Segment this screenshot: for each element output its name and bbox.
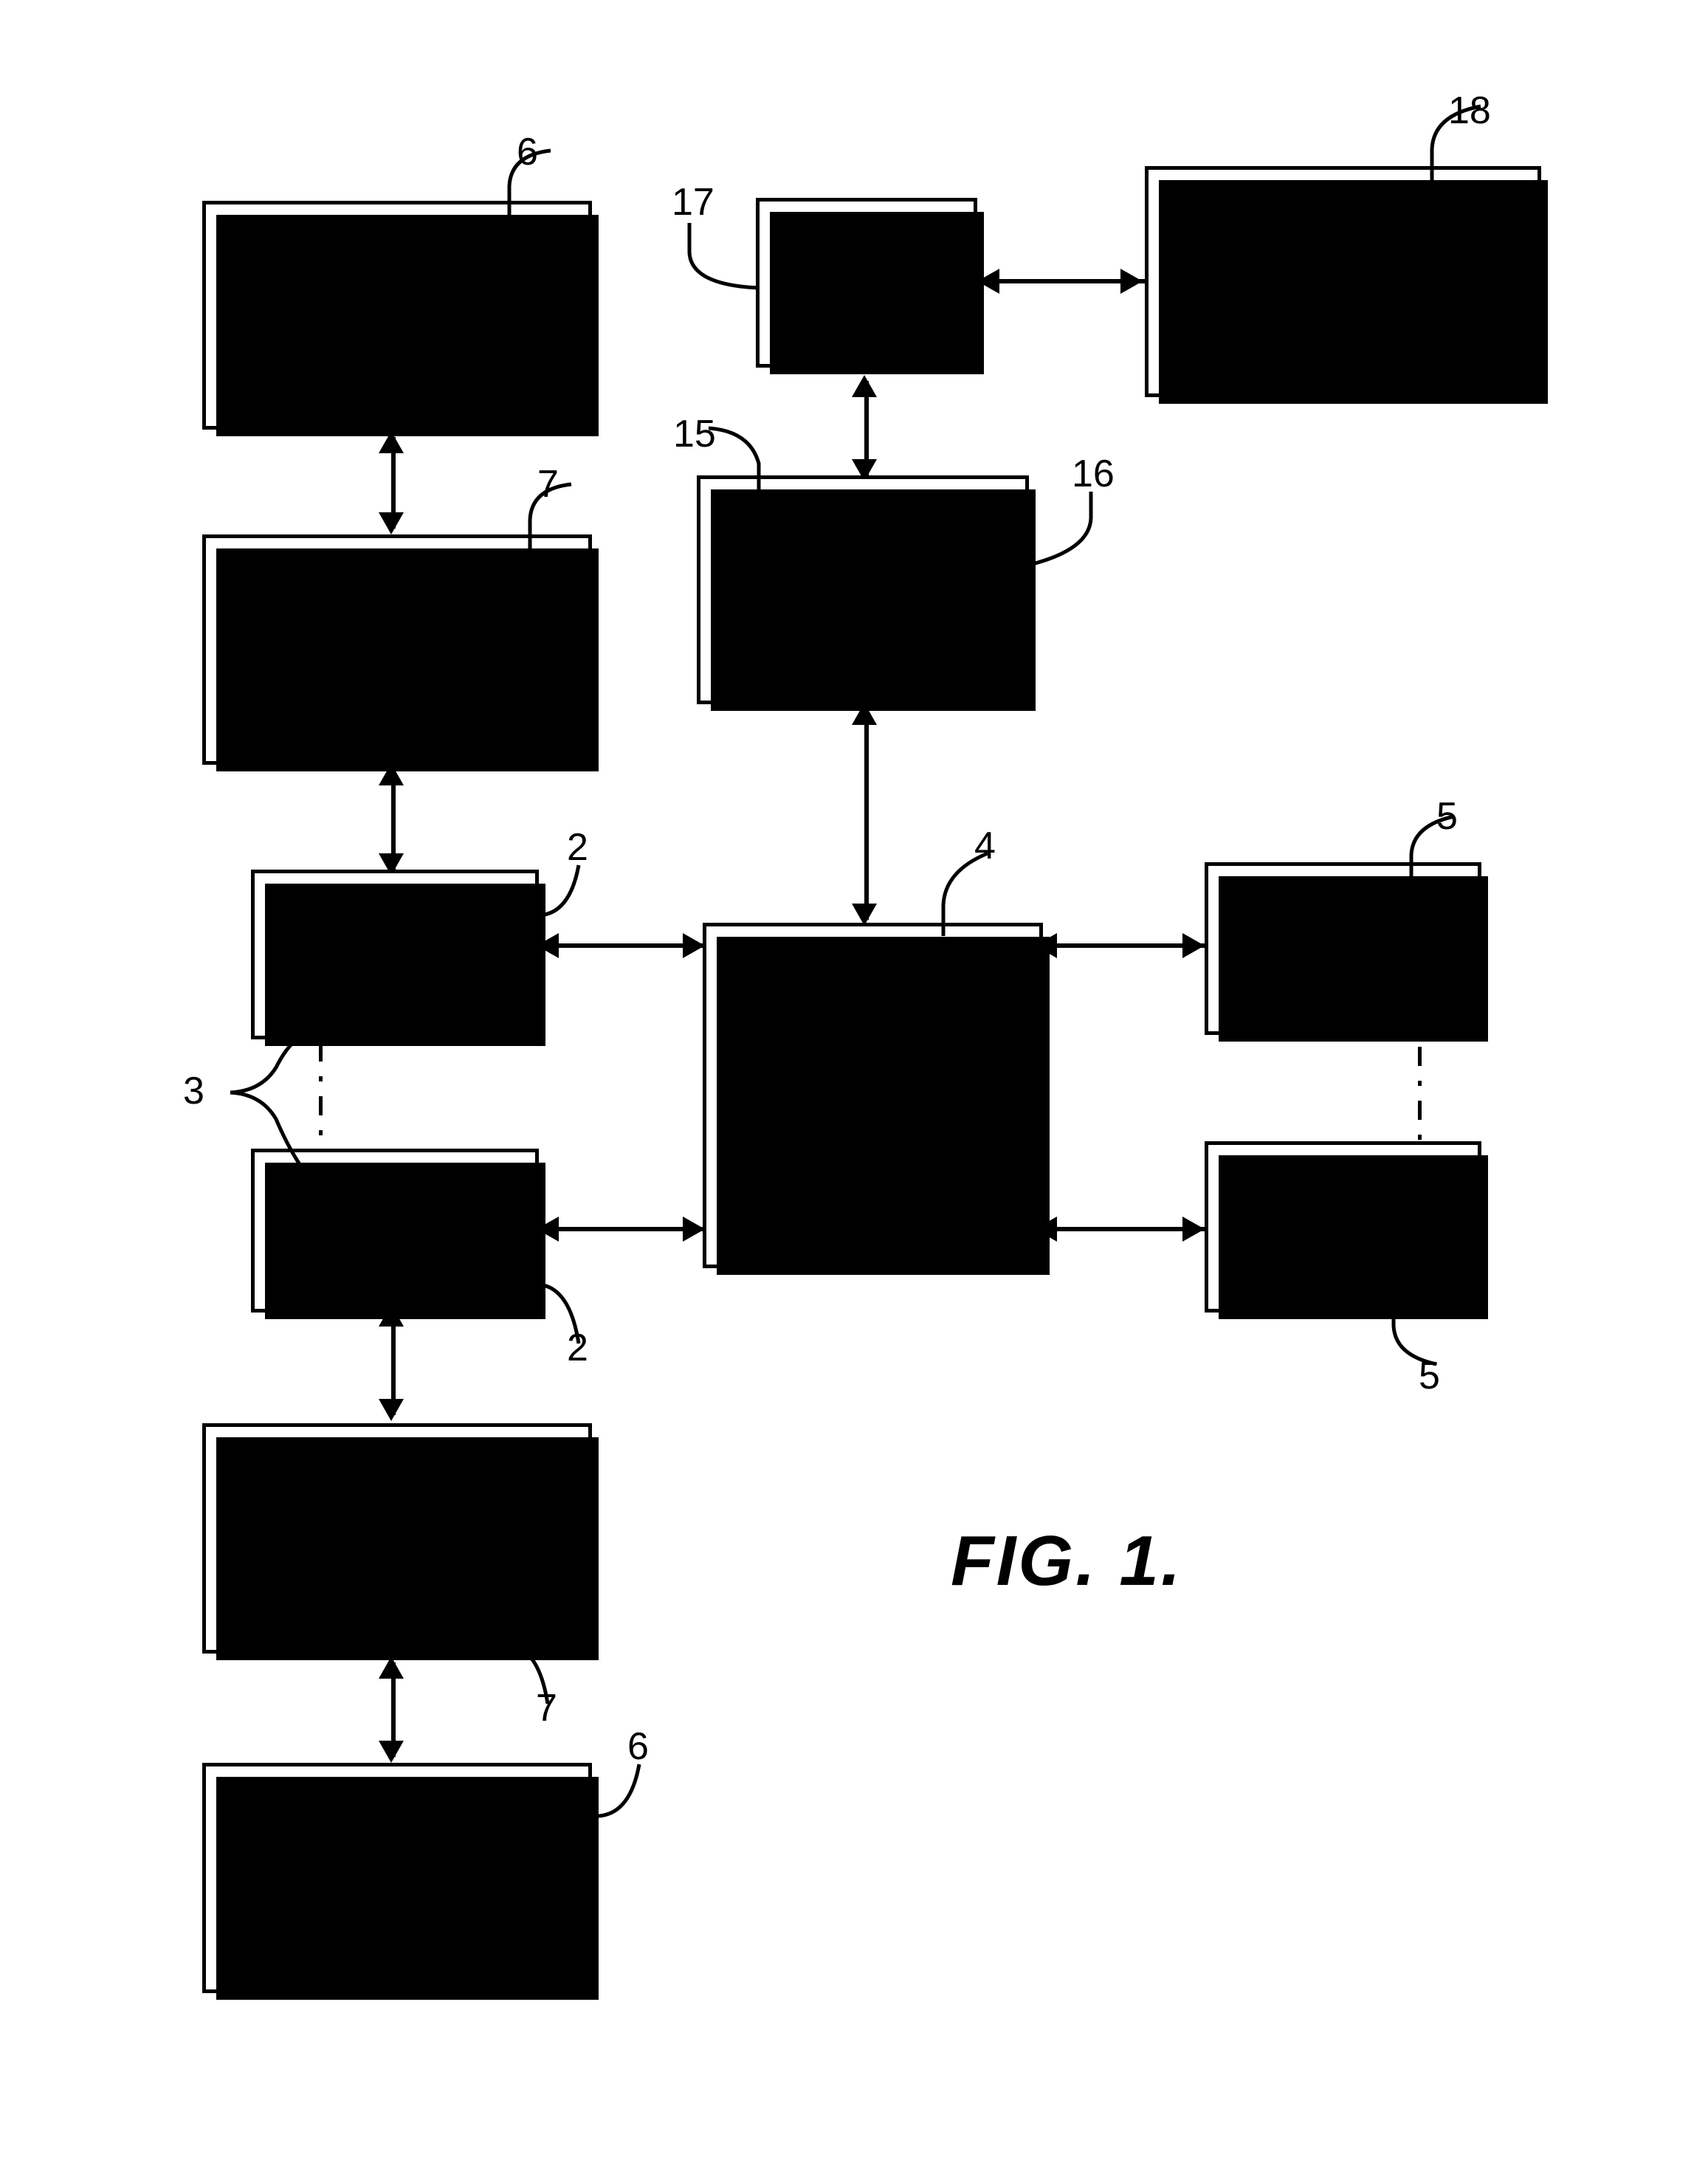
node-customer-nnn-label: CUSTOMER NNN <box>1249 1186 1437 1266</box>
ref-numeral-6-top: 6 <box>517 131 538 173</box>
arrowhead-down-database-mmm <box>379 1399 404 1421</box>
node-merchant001[interactable]: MERCHANT 001 <box>251 870 545 1046</box>
ref-numeral-2-bottom: 2 <box>567 1327 588 1369</box>
node-merchant-mmm-records-label: MERCHANT MMM TRANSACTION RECORDS WITH TR… <box>243 1794 551 1961</box>
leader-line-ref-2-top <box>517 864 581 918</box>
node-merchant001-records-label: MERCHANT 001 TRANSACTION RECORDS WITH TR… <box>243 231 551 398</box>
ref-numeral-4: 4 <box>974 825 996 867</box>
node-customer001-label: CUSTOMER 001 <box>1249 908 1437 988</box>
leader-line-ref-17 <box>687 223 760 290</box>
node-merchant001-database[interactable]: MERCHANT 001 TRANSACTION DATABASE <box>202 534 599 771</box>
leader-line-ref-4 <box>941 851 988 936</box>
leader-line-ref-5-top <box>1409 814 1455 883</box>
ref-numeral-5-top: 5 <box>1436 795 1458 838</box>
leader-line-ref-2-bottom <box>517 1282 581 1344</box>
node-customer-mdc-profiles[interactable]: CUSTOMER MDC PROFILES WITH TRANSACTION I… <box>1145 166 1548 404</box>
arrowhead-right-customernnn <box>1182 1217 1205 1242</box>
ref-numeral-7-top: 7 <box>537 463 559 506</box>
node-merchant001-records[interactable]: MERCHANT 001 TRANSACTION RECORDS WITH TR… <box>202 201 599 436</box>
leader-brace-ref-3 <box>230 1030 314 1184</box>
node-merchant001-database-label: MERCHANT 001 TRANSACTION DATABASE <box>271 587 523 711</box>
arrowhead-right-profiles <box>1120 269 1143 294</box>
node-internet[interactable]: INTERNET <box>703 923 1050 1275</box>
node-customer-mdc-profiles-label: CUSTOMER MDC PROFILES WITH TRANSACTION I… <box>1188 219 1498 343</box>
ref-numeral-5-bottom: 5 <box>1419 1355 1440 1397</box>
arrowhead-down-records-mmm <box>379 1741 404 1763</box>
ref-numeral-15: 15 <box>673 413 716 455</box>
node-merchant-mmm-records[interactable]: MERCHANT MMM TRANSACTION RECORDS WITH TR… <box>202 1763 599 2000</box>
node-customer-nnn[interactable]: CUSTOMER NNN <box>1205 1141 1488 1319</box>
node-merchant-mmm-database-label: MERCHANT MMM TRANSACTION DATABASE <box>258 1476 537 1600</box>
node-mdas-archive-label: MDAS ARCHIVE <box>793 242 940 322</box>
arrowhead-right-internet-bottom <box>683 1217 705 1242</box>
ref-numeral-7-bottom: 7 <box>536 1687 557 1730</box>
ref-numeral-18: 18 <box>1448 89 1491 132</box>
node-mdas-archive[interactable]: MDAS ARCHIVE <box>756 198 984 374</box>
arrowhead-right-customer001 <box>1182 933 1205 958</box>
arrowhead-up-mdas-archive <box>852 375 877 397</box>
node-machine-data-archiving-service-label: MACHINE DATA ARCHIVING SERVICE <box>740 527 985 651</box>
node-merchant-mmm-label: MERCHANT MMM <box>301 1190 489 1270</box>
node-merchant-mmm-database[interactable]: MERCHANT MMM TRANSACTION DATABASE <box>202 1423 599 1660</box>
connector-service-to-internet <box>864 709 869 920</box>
node-merchant001-label: MERCHANT 001 <box>301 914 489 994</box>
arrowhead-down-database-001 <box>379 512 404 534</box>
node-machine-data-archiving-service[interactable]: MACHINE DATA ARCHIVING SERVICE <box>697 475 1036 711</box>
arrowhead-right-internet-top <box>683 933 705 958</box>
figure-caption: FIG. 1. <box>951 1521 1183 1600</box>
ref-numeral-3: 3 <box>183 1070 204 1112</box>
leader-line-ref-6-bottom <box>577 1764 641 1818</box>
ref-numeral-17: 17 <box>672 181 714 224</box>
ref-numeral-2-top: 2 <box>567 826 588 869</box>
node-internet-label: INTERNET <box>790 1076 956 1113</box>
leader-line-ref-7-bottom <box>486 1642 550 1704</box>
leader-line-ref-16 <box>1019 492 1093 569</box>
leader-line-ref-5-bottom <box>1391 1298 1437 1366</box>
ref-numeral-16: 16 <box>1072 453 1115 495</box>
patent-figure-1: MERCHANT 001 TRANSACTION RECORDS WITH TR… <box>0 0 1708 2157</box>
ref-numeral-6-bottom: 6 <box>627 1725 649 1768</box>
